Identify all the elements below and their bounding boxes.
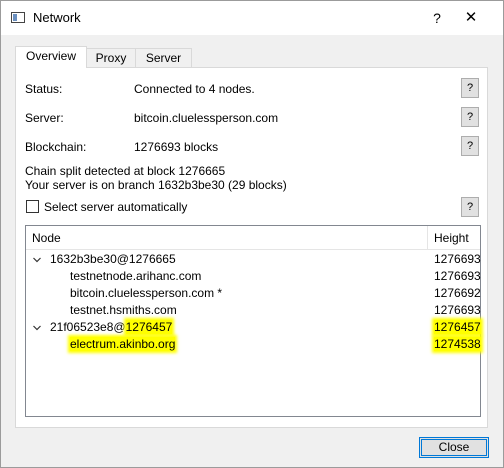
window-title: Network [33, 10, 81, 25]
tree-row-server[interactable]: testnet.hsmiths.com [70, 303, 177, 317]
column-header-node[interactable]: Node [32, 231, 61, 245]
tree-row-branch[interactable]: 1632b3be30@1276665 [50, 252, 176, 266]
tree-row-server[interactable]: testnetnode.arihanc.com [70, 269, 201, 283]
highlighted-block-height: 1276457 [125, 320, 173, 334]
server-help-button[interactable]: ? [461, 107, 479, 127]
title-close-button[interactable]: ✕ [459, 7, 483, 29]
tree-header: Node Height [26, 226, 480, 250]
blockchain-label: Blockchain: [25, 140, 87, 154]
node-tree[interactable]: Node Height 1632b3be30@1276665 1276693 t… [25, 225, 481, 417]
server-value: bitcoin.cluelessperson.com [134, 111, 279, 125]
tab-overview[interactable]: Overview [15, 46, 87, 68]
tree-row-height: 1276693 [434, 252, 481, 266]
tab-proxy[interactable]: Proxy [86, 48, 136, 67]
status-value: Connected to 4 nodes. [134, 82, 255, 96]
window-app-icon [11, 12, 25, 23]
highlighted-server: electrum.akinbo.org [70, 337, 176, 351]
tree-row-branch[interactable]: 21f06523e8@1276457 [50, 320, 173, 334]
tree-row-height: 1276693 [434, 303, 481, 317]
auto-select-label[interactable]: Select server automatically [44, 200, 187, 214]
column-separator [427, 226, 428, 249]
auto-select-checkbox[interactable] [26, 200, 39, 213]
tree-row-height: 1276692 [434, 286, 481, 300]
status-help-button[interactable]: ? [461, 78, 479, 98]
column-header-height[interactable]: Height [434, 231, 469, 245]
server-label: Server: [25, 111, 64, 125]
tab-server[interactable]: Server [135, 48, 192, 67]
auto-select-help-button[interactable]: ? [461, 197, 479, 217]
tree-row-height: 1276693 [434, 269, 481, 283]
tree-row-height-cell: 1274538 [434, 337, 481, 351]
highlighted-height: 1276457 [434, 320, 481, 334]
status-label: Status: [25, 82, 63, 96]
tree-row-server[interactable]: electrum.akinbo.org [70, 337, 176, 351]
close-button[interactable]: Close [419, 437, 489, 458]
title-help-button[interactable]: ? [427, 7, 447, 29]
branch-hash: 21f06523e8@ [50, 320, 126, 334]
network-dialog: Network ? ✕ Overview Proxy Server Status… [0, 0, 504, 468]
chain-split-message: Chain split detected at block 1276665 [25, 164, 226, 178]
tree-row-server[interactable]: bitcoin.cluelessperson.com * [70, 286, 222, 300]
blockchain-value: 1276693 blocks [134, 140, 219, 154]
tree-row-height-cell: 1276457 [434, 320, 481, 334]
title-bar: Network ? ✕ [1, 1, 503, 35]
chevron-down-icon[interactable] [33, 256, 41, 264]
server-branch-message: Your server is on branch 1632b3be30 (29 … [25, 178, 287, 192]
blockchain-help-button[interactable]: ? [461, 136, 479, 156]
chevron-down-icon[interactable] [33, 324, 41, 332]
highlighted-height: 1274538 [434, 337, 481, 351]
